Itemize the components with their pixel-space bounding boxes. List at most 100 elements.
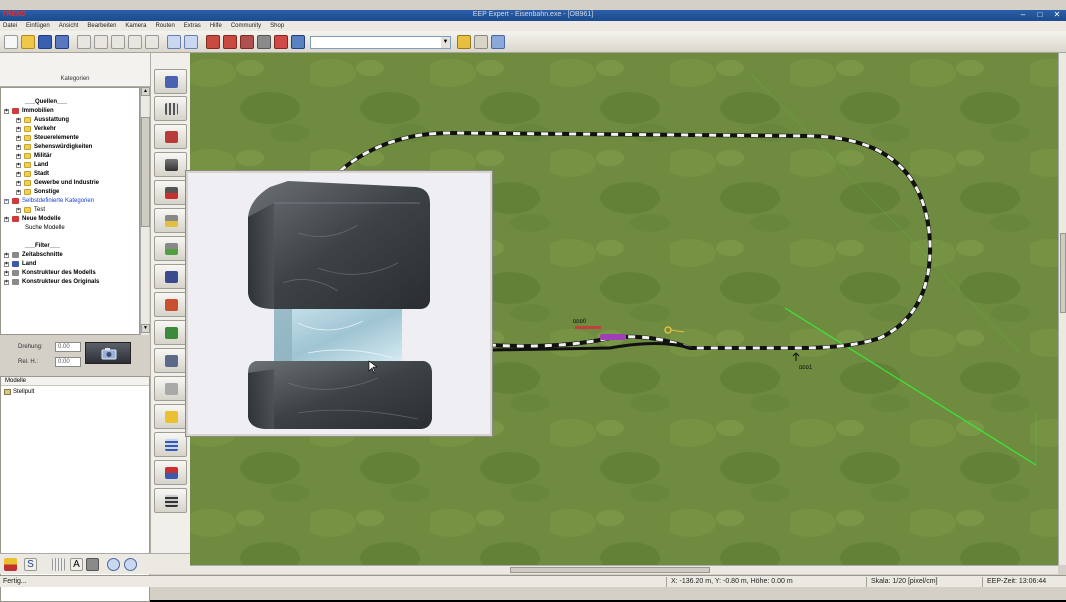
menu-ansicht[interactable]: Ansicht (59, 21, 79, 31)
expand-icon[interactable]: + (4, 217, 9, 222)
height-field[interactable]: 0.00 (55, 357, 81, 367)
viewport-vertical-scrollbar[interactable] (1058, 53, 1066, 565)
tree-item[interactable]: + Selbstdefinierte Kategorien (1, 197, 139, 206)
tree-item[interactable]: + Ausstattung (1, 116, 139, 125)
tree-item[interactable]: + Immobilien (1, 107, 139, 116)
tree-item[interactable]: + Konstrukteur des Modells (1, 269, 139, 278)
menu-kamera[interactable]: Kamera (125, 21, 146, 31)
copy-icon[interactable] (94, 35, 108, 49)
expand-icon[interactable]: + (4, 109, 9, 114)
cat-button-flags[interactable] (154, 460, 187, 485)
save-as-icon[interactable] (55, 35, 69, 49)
tools-icon[interactable] (474, 35, 488, 49)
tree-item[interactable]: + Steuerelemente (1, 134, 139, 143)
list-item[interactable]: Stellpult (1, 387, 149, 397)
signal-marker[interactable] (575, 326, 601, 329)
expand-icon[interactable]: + (16, 136, 21, 141)
tree-item[interactable]: + Test (1, 206, 139, 215)
expand-icon[interactable]: + (16, 154, 21, 159)
expand-icon[interactable]: + (16, 118, 21, 123)
info-icon[interactable] (491, 35, 505, 49)
snap-icon[interactable]: S (24, 558, 37, 571)
sun-icon[interactable] (457, 35, 471, 49)
expand-icon[interactable]: + (4, 262, 9, 267)
layer-combo[interactable]: ▼ (310, 36, 451, 49)
select-icon[interactable] (145, 35, 159, 49)
scroll-thumb[interactable] (141, 117, 150, 227)
menu-extras[interactable]: Extras (184, 21, 201, 31)
redo-icon[interactable] (184, 35, 198, 49)
tree-item[interactable]: ___Filter___ (1, 242, 139, 251)
menu-community[interactable]: Community (231, 21, 261, 31)
chevron-down-icon[interactable]: ▼ (441, 37, 450, 48)
expand-icon[interactable]: + (16, 190, 21, 195)
new-file-icon[interactable] (4, 35, 18, 49)
camera-button[interactable] (85, 342, 131, 364)
tree-item[interactable]: + Verkehr (1, 125, 139, 134)
expand-icon[interactable]: + (4, 253, 9, 258)
cat-button-rail[interactable] (154, 180, 187, 205)
tree-item[interactable]: ___Quellen___ (1, 98, 139, 107)
menu-datei[interactable]: Datei (3, 21, 17, 31)
tree-item[interactable]: + Neue Modelle (1, 215, 139, 224)
cat-button-terrain[interactable] (154, 348, 187, 373)
tree-item[interactable]: + Land (1, 161, 139, 170)
rotation-field[interactable]: 0.00 (55, 342, 81, 352)
road-editor-icon[interactable] (223, 35, 237, 49)
scroll-up-icon[interactable]: ▲ (141, 87, 150, 96)
vertical-scroll-thumb[interactable] (1060, 233, 1066, 313)
rail-editor-icon[interactable] (206, 35, 220, 49)
cat-button-stations[interactable] (154, 124, 187, 149)
expand-icon[interactable]: + (4, 271, 9, 276)
tree-item[interactable]: + Gewerbe und Industrie (1, 179, 139, 188)
tree-item[interactable]: + Konstrukteur des Originals (1, 278, 139, 287)
menu-bearbeiten[interactable]: Bearbeiten (87, 21, 116, 31)
minimize-button[interactable]: – (1018, 11, 1028, 20)
expand-icon[interactable]: + (4, 280, 9, 285)
tree-item[interactable]: + Land (1, 260, 139, 269)
horizontal-scroll-thumb[interactable] (510, 567, 710, 573)
expand-icon[interactable]: + (16, 145, 21, 150)
paste-icon[interactable] (111, 35, 125, 49)
tree-item[interactable]: + Zeitabschnitte (1, 251, 139, 260)
menu-hilfe[interactable]: Hilfe (210, 21, 222, 31)
close-button[interactable]: ✕ (1052, 11, 1062, 20)
menu-einfuegen[interactable]: Einfügen (26, 21, 50, 31)
menu-routen[interactable]: Routen (155, 21, 174, 31)
tram-editor-icon[interactable] (240, 35, 254, 49)
cube-colors-icon[interactable] (4, 558, 17, 571)
cat-button-tracks[interactable] (154, 152, 187, 177)
save-icon[interactable] (38, 35, 52, 49)
cat-button-houses[interactable] (154, 292, 187, 317)
tree-scrollbar[interactable]: ▲ ▼ (140, 87, 150, 335)
cat-button-fences[interactable] (154, 96, 187, 121)
cat-button-goods[interactable] (154, 404, 187, 429)
scroll-down-icon[interactable]: ▼ (141, 324, 150, 333)
cat-button-roads[interactable] (154, 208, 187, 233)
expand-icon[interactable]: + (4, 199, 9, 204)
expand-icon[interactable]: + (16, 127, 21, 132)
cut-icon[interactable] (77, 35, 91, 49)
expand-icon[interactable]: + (16, 208, 21, 213)
cat-button-crossings[interactable] (154, 236, 187, 261)
tree-item[interactable]: Suche Modelle (1, 224, 139, 233)
track-stop-icon[interactable] (257, 35, 271, 49)
tree-item[interactable]: + Militär (1, 152, 139, 161)
grid-icon[interactable] (52, 558, 65, 571)
train-icon[interactable] (291, 35, 305, 49)
signal-icon[interactable] (274, 35, 288, 49)
cat-button-people[interactable] (154, 264, 187, 289)
cat-button-buildings[interactable] (154, 69, 187, 94)
cat-button-misc[interactable] (154, 488, 187, 513)
cat-button-landscape[interactable] (154, 320, 187, 345)
image-icon[interactable] (86, 558, 99, 571)
open-folder-icon[interactable] (21, 35, 35, 49)
delete-icon[interactable] (128, 35, 142, 49)
tree-item[interactable]: + Stadt (1, 170, 139, 179)
maximize-button[interactable]: □ (1035, 11, 1045, 20)
zoom-out-icon[interactable] (124, 558, 137, 571)
cat-button-water[interactable] (154, 432, 187, 457)
expand-icon[interactable]: + (16, 172, 21, 177)
undo-icon[interactable] (167, 35, 181, 49)
cat-button-lights[interactable] (154, 376, 187, 401)
